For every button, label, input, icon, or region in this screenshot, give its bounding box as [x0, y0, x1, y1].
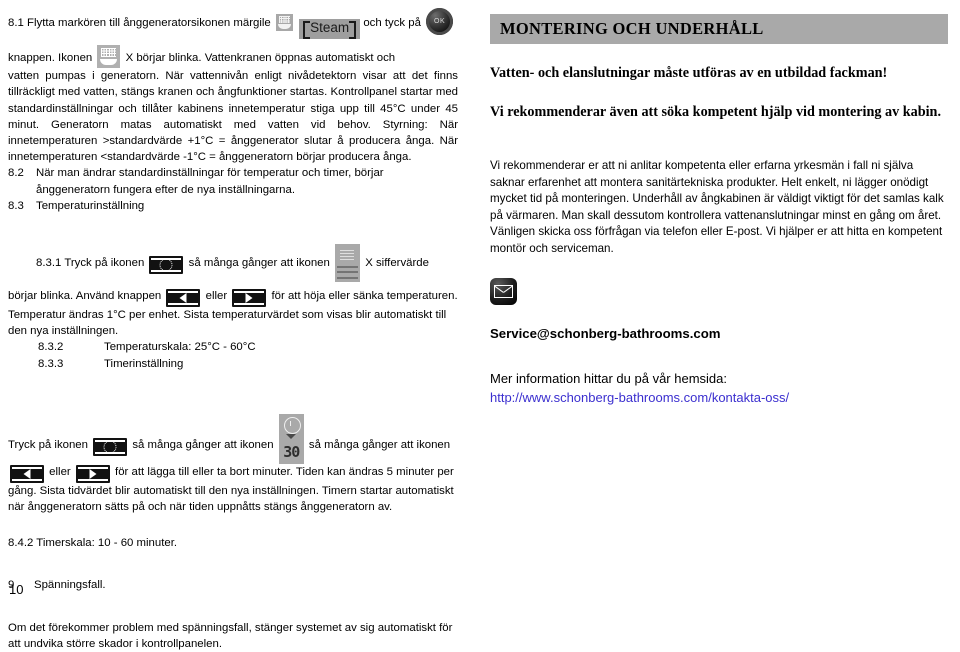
section-8-1-body: vatten pumpas i generatorn. När vattenni…: [8, 70, 458, 164]
section-8-1-line2-after: X börjar blinka. Vattenkranen öppnas aut…: [125, 52, 396, 65]
section-8-2: 8.2 När man ändrar standardinställningar…: [8, 165, 458, 197]
select-key-icon-2: [93, 437, 128, 456]
section-8-3-1-t7: Temperatur ändras 1°C per enhet. Sista t…: [8, 309, 447, 338]
service-email[interactable]: Service@schonberg-bathrooms.com: [490, 325, 950, 343]
temperature-display-icon: [335, 244, 361, 283]
section-8-4-2: 8.4.2 Timerskala: 10 - 60 minuter.: [8, 537, 178, 550]
timer-t4: eller: [49, 465, 71, 478]
steam-generator-icon-large: [97, 45, 121, 69]
section-8-3-1-t1: Tryck på ikonen: [64, 257, 145, 270]
section-8-3-2-number: 8.3.2: [38, 341, 64, 354]
website-info-label: Mer information hittar du på vår hemsida…: [490, 370, 727, 386]
maintenance-body: Vi rekommenderar er att ni anlitar kompe…: [490, 159, 944, 255]
timer-paragraph-line2: eller för att lägga till eller ta bort m…: [8, 464, 458, 515]
select-key-icon: [149, 256, 184, 275]
timer-t2: så många gånger att ikonen: [132, 438, 274, 451]
section-8-1-line1: 8.1 Flytta markören till ånggeneratorsik…: [8, 8, 458, 40]
section-8-1-line2-before: knappen. Ikonen: [8, 52, 93, 65]
steam-generator-icon: [275, 14, 293, 31]
section-8-3: 8.3 Temperaturinställning: [8, 198, 458, 214]
section-8-1-intro: Flytta markören till ånggeneratorsikonen…: [27, 17, 271, 29]
section-8-1-line2: knappen. Ikonen X börjar blinka. Vattenk…: [8, 45, 458, 69]
installation-recommendation: Vi rekommenderar även att söka kompetent…: [490, 104, 941, 120]
section-8-3-1-t6: för att höja eller sänka temperaturen.: [271, 290, 458, 303]
section-8-3-1-line1: 8.3.1 Tryck på ikonen så många gånger at…: [8, 244, 458, 283]
decrease-key-icon: [166, 289, 201, 308]
section-9: 9 Spänningsfall.: [8, 577, 458, 593]
timer-t5: för att lägga till eller ta bort minuter…: [8, 465, 454, 514]
section-8-3-1-t3: X siffervärde: [365, 257, 429, 270]
section-8-3-3: 8.3.3 Timerinställning: [8, 356, 458, 372]
section-9-title: Spänningsfall.: [34, 579, 106, 592]
decrease-key-icon-2: [10, 464, 44, 483]
section-8-3-3-text: Timerinställning: [104, 357, 184, 370]
section-8-1-after-steam: och tyck på: [363, 17, 421, 29]
steam-label-strip: Steam: [299, 19, 361, 40]
ok-button-icon: OK: [426, 8, 454, 35]
section-8-3-3-number: 8.3.3: [38, 357, 64, 370]
timer-display-icon: 30: [278, 413, 304, 464]
manual-page: 8.1 Flytta markören till ånggeneratorsik…: [0, 0, 960, 650]
timer-t3: så många gånger att ikonen: [308, 438, 451, 451]
section-8-2-text: När man ändrar standardinställningar för…: [36, 167, 384, 196]
section-8-3-text: Temperaturinställning: [36, 199, 145, 212]
increase-key-icon: [232, 289, 267, 308]
section-8-3-number: 8.3: [8, 199, 24, 212]
installation-warning: Vatten- och elanslutningar måste utföras…: [490, 65, 888, 81]
section-8-3-2-text: Temperaturskala: 25°C - 60°C: [104, 341, 256, 354]
right-column: MONTERING OCH UNDERHÅLL Vatten- och elan…: [490, 14, 950, 407]
left-column: 8.1 Flytta markören till ånggeneratorsik…: [8, 8, 458, 652]
timer-paragraph-line1: Tryck på ikonen så många gånger att ikon…: [8, 413, 458, 464]
timer-t1: Tryck på ikonen: [8, 438, 88, 451]
page-number: 10: [9, 582, 24, 597]
ok-button-label: OK: [434, 17, 446, 25]
section-8-3-2: 8.3.2 Temperaturskala: 25°C - 60°C: [8, 339, 458, 355]
timer-digits: 30: [283, 442, 300, 461]
section-8-3-1-t4: börjar blinka. Använd knappen: [8, 290, 162, 303]
increase-key-icon-2: [75, 464, 110, 483]
section-8-3-1-t2: så många gånger att ikonen: [188, 257, 330, 270]
section-8-3-1-t5: eller: [205, 290, 228, 303]
section-heading-band: MONTERING OCH UNDERHÅLL: [490, 14, 948, 44]
section-8-3-1-number: 8.3.1: [36, 257, 62, 270]
page-title: MONTERING OCH UNDERHÅLL: [500, 19, 764, 38]
steam-label: Steam: [303, 20, 357, 39]
email-icon: [490, 277, 517, 305]
section-9-body: Om det förekommer problem med spänningsf…: [8, 621, 453, 650]
section-8-2-number: 8.2: [8, 167, 24, 180]
section-8-3-1-line2: börjar blinka. Använd knappen eller för …: [8, 288, 458, 308]
website-url[interactable]: http://www.schonberg-bathrooms.com/konta…: [490, 388, 950, 407]
section-8-1-number: 8.1: [8, 17, 24, 29]
